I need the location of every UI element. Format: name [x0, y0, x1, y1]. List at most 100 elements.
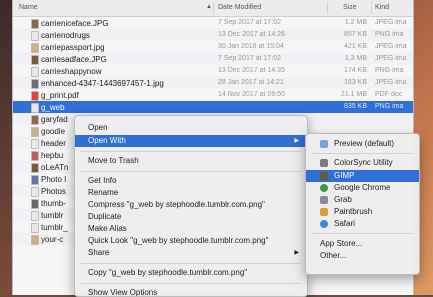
file-icon: [31, 103, 39, 113]
app-store-item[interactable]: App Store...: [306, 238, 419, 250]
menu-item-quick-look[interactable]: Quick Look "g_web by stephoodle.tumblr.c…: [75, 235, 307, 247]
file-name: g_print.pdf: [41, 91, 79, 100]
file-row[interactable]: carrienodrugs 13 Dec 2017 at 14:26 857 KB P…: [13, 29, 413, 41]
file-row[interactable]: carriesadface.JPG 7 Sep 2017 at 17:02 1.3 …: [13, 53, 413, 65]
column-divider: [213, 2, 214, 14]
app-label: Paintbrush: [334, 207, 373, 216]
file-icon: [31, 79, 39, 89]
file-icon: [31, 223, 39, 233]
file-name: carriesadface.JPG: [41, 55, 107, 64]
file-icon: [31, 163, 39, 173]
app-label: Safari: [334, 219, 355, 228]
menu-item-duplicate[interactable]: Duplicate: [75, 211, 307, 223]
file-row[interactable]: carriepassport.jpg 30 Jan 2018 at 15:04 42…: [13, 41, 413, 53]
app-gimp[interactable]: GIMP: [306, 170, 419, 182]
file-name: carrienodrugs: [41, 31, 90, 40]
file-kind: PNG ima: [375, 31, 404, 38]
menu-item-compress[interactable]: Compress "g_web by stephoodle.tumblr.com…: [75, 199, 307, 211]
menu-item-move-to-trash[interactable]: Move to Trash: [75, 155, 307, 167]
file-icon: [31, 139, 39, 149]
column-kind[interactable]: Kind: [375, 4, 389, 11]
menu-item-open-with[interactable]: Open With ▶: [75, 135, 307, 147]
file-size: 1.2 MB: [344, 19, 367, 26]
file-row[interactable]: carrieshappynow 13 Dec 2017 at 14:35 174 K…: [13, 65, 413, 77]
column-date[interactable]: Date Modified: [218, 4, 261, 11]
file-size: 835 KB: [344, 103, 367, 110]
file-name: thumb-: [41, 199, 66, 208]
grab-icon: [320, 196, 328, 204]
column-size[interactable]: Size: [343, 4, 357, 11]
file-icon: [31, 91, 39, 101]
app-preview[interactable]: Preview (default): [306, 138, 419, 150]
app-grab[interactable]: Grab: [306, 194, 419, 206]
app-label: Preview (default): [334, 139, 395, 148]
menu-item-share[interactable]: Share ▶: [75, 247, 307, 259]
menu-item-label: Share: [88, 248, 110, 257]
app-google-chrome[interactable]: Google Chrome: [306, 182, 419, 194]
file-size: 421 KB: [344, 43, 367, 50]
menu-item-get-info[interactable]: Get Info: [75, 175, 307, 187]
file-name: tumblr: [41, 211, 64, 220]
file-icon: [31, 67, 39, 77]
file-name: tumblr_: [41, 223, 68, 232]
file-date: 7 Sep 2017 at 17:02: [218, 55, 282, 62]
file-name: header: [41, 139, 66, 148]
file-kind: JPEG ima: [375, 55, 407, 62]
file-kind: PNG ima: [375, 67, 404, 74]
file-date: 14 Nov 2017 at 09:50: [218, 91, 285, 98]
context-menu: Open Open With ▶ Move to Trash Get Info R…: [74, 115, 308, 297]
file-icon: [31, 31, 39, 41]
app-label: Grab: [334, 195, 352, 204]
file-size: 1.3 MB: [344, 55, 367, 62]
column-divider: [371, 2, 372, 14]
menu-item-open[interactable]: Open: [75, 122, 307, 134]
menu-item-rename[interactable]: Rename: [75, 187, 307, 199]
file-date: 13 Dec 2017 at 14:35: [218, 67, 285, 74]
file-name: Photo I: [41, 175, 67, 184]
file-row[interactable]: enhanced-4347-1443697457-1.jpg 28 Jan 201…: [13, 77, 413, 89]
menu-separator: [81, 151, 301, 152]
app-safari[interactable]: Safari: [306, 218, 419, 230]
file-icon: [31, 55, 39, 65]
file-row[interactable]: g_print.pdf 14 Nov 2017 at 09:50 21.1 MB PD…: [13, 89, 413, 101]
menu-item-copy[interactable]: Copy "g_web by stephoodle.tumblr.com.png…: [75, 267, 307, 279]
file-name: g_web: [41, 103, 65, 112]
file-date: 7 Sep 2017 at 17:02: [218, 19, 282, 26]
paintbrush-icon: [320, 208, 328, 216]
column-divider: [327, 2, 328, 14]
app-label: GIMP: [334, 171, 355, 180]
safari-icon: [320, 220, 328, 228]
file-size: 174 KB: [344, 67, 367, 74]
sort-chevron-icon[interactable]: ▲: [206, 4, 212, 10]
file-icon: [31, 235, 39, 245]
gimp-icon: [320, 172, 328, 180]
column-name[interactable]: Name: [19, 4, 38, 11]
file-name: your-c: [41, 235, 64, 244]
file-row-selected[interactable]: g_web 835 KB PNG ima: [13, 101, 413, 113]
menu-separator: [312, 153, 413, 154]
app-colorsync-utility[interactable]: ColorSync Utility: [306, 157, 419, 169]
file-size: 857 KB: [344, 31, 367, 38]
open-with-submenu: Preview (default) ColorSync Utility GIMP…: [305, 133, 420, 275]
file-icon: [31, 115, 39, 125]
file-kind: PDF doc: [375, 91, 403, 98]
app-label: ColorSync Utility: [334, 158, 393, 167]
file-date: 28 Jan 2017 at 14:21: [218, 79, 284, 86]
file-icon: [31, 43, 39, 53]
menu-item-show-view-options[interactable]: Show View Options: [75, 287, 307, 296]
file-icon: [31, 151, 39, 161]
other-app-item[interactable]: Other...: [306, 250, 419, 262]
file-kind: JPEG ima: [375, 43, 407, 50]
file-kind: PNG ima: [375, 103, 404, 110]
menu-item-make-alias[interactable]: Make Alias: [75, 223, 307, 235]
menu-separator: [312, 233, 413, 234]
file-name: oLeATn: [41, 163, 69, 172]
file-icon: [31, 19, 39, 29]
chrome-icon: [320, 184, 328, 192]
file-name: enhanced-4347-1443697457-1.jpg: [41, 79, 164, 88]
file-kind: JPEG ima: [375, 19, 407, 26]
file-name: carrieshappynow: [41, 67, 102, 76]
colorsync-icon: [320, 159, 328, 167]
file-row[interactable]: carrieniceface.JPG 7 Sep 2017 at 17:02 1.2…: [13, 17, 413, 29]
app-paintbrush[interactable]: Paintbrush: [306, 206, 419, 218]
